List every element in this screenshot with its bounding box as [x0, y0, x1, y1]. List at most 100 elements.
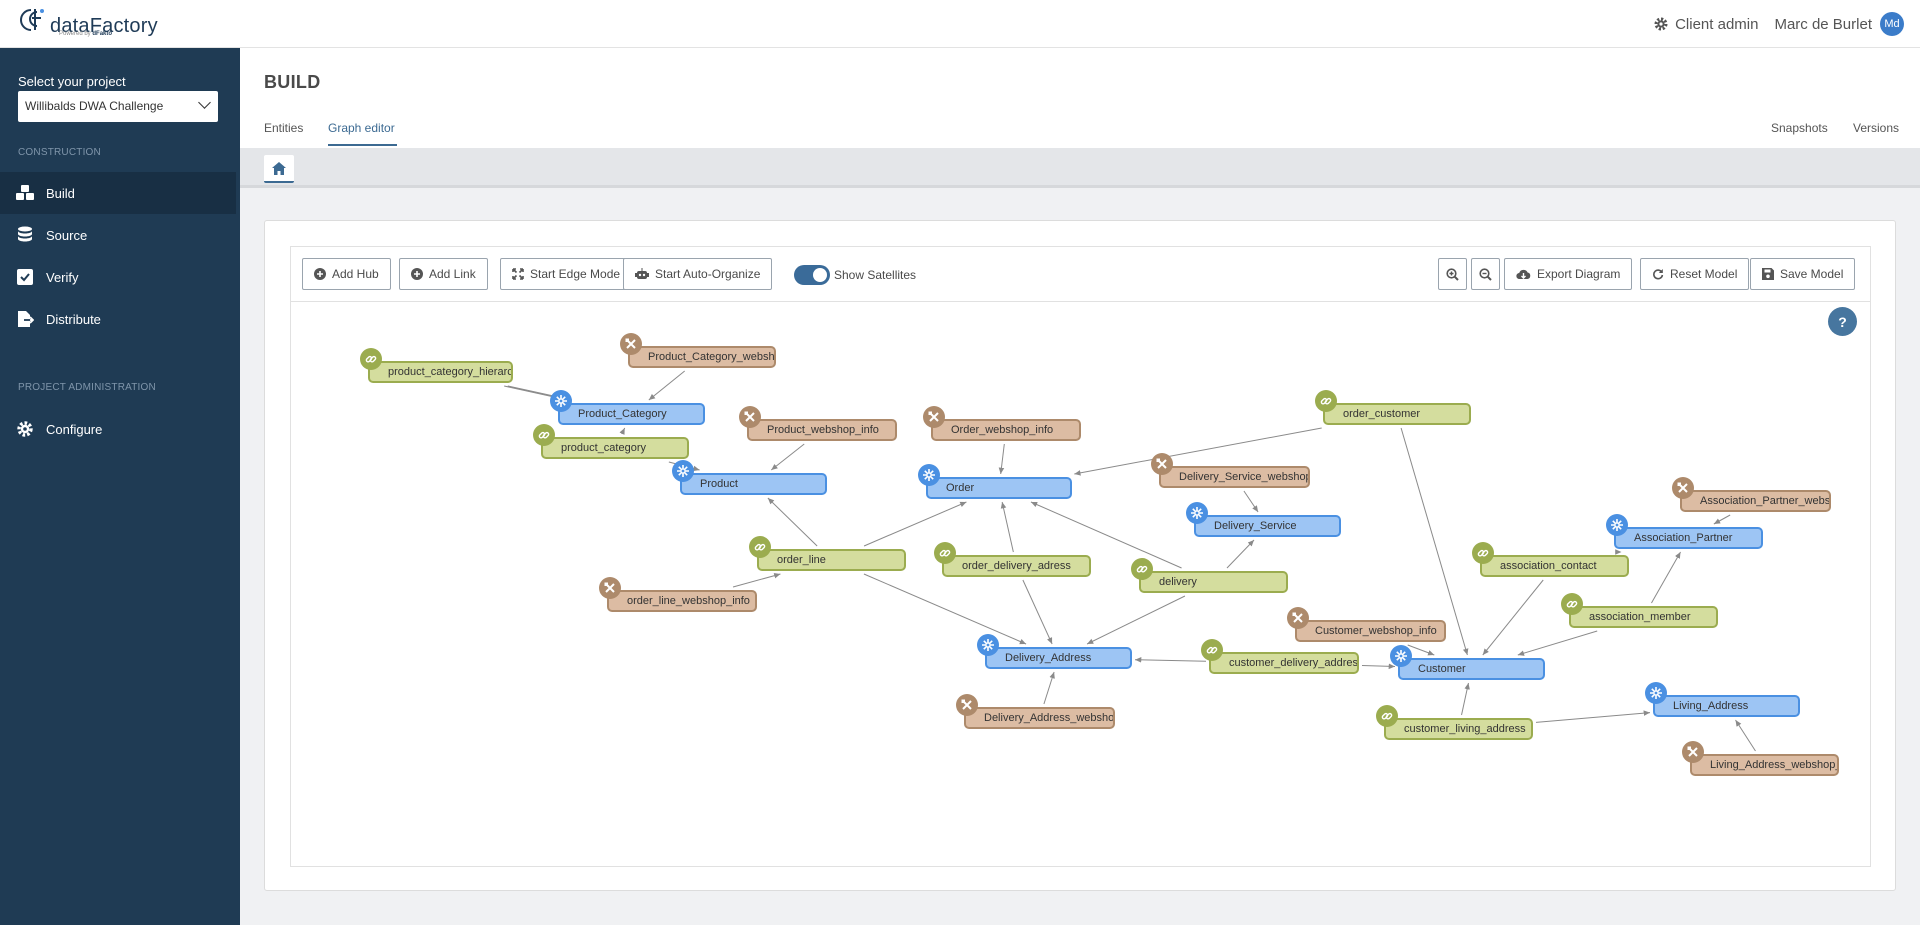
graph-node-hub[interactable]: Product_Category: [558, 403, 705, 425]
gear-icon[interactable]: [1652, 15, 1670, 33]
hub-icon: [918, 464, 940, 486]
graph-node-link[interactable]: association_contact: [1480, 555, 1629, 577]
add-hub-button[interactable]: Add Hub: [302, 258, 391, 290]
sidebar-item-label: Distribute: [46, 311, 101, 327]
graph-node-link[interactable]: delivery: [1139, 571, 1288, 593]
graph-edge[interactable]: [1243, 490, 1259, 513]
graph-node-hub[interactable]: Order: [926, 477, 1072, 499]
graph-edge[interactable]: [1022, 579, 1053, 645]
graph-edge[interactable]: [732, 572, 781, 588]
graph-edge[interactable]: [1086, 595, 1186, 645]
graph-node-label: Order: [946, 482, 975, 494]
tab-snapshots[interactable]: Snapshots: [1771, 121, 1828, 135]
graph-node-link[interactable]: product_category_hierarch: [368, 361, 513, 383]
graph-node-link[interactable]: association_member: [1569, 606, 1718, 628]
graph-edge[interactable]: [1651, 551, 1681, 604]
graph-node-label: customer_living_address: [1404, 723, 1526, 735]
graph-edge[interactable]: [1535, 710, 1651, 723]
save-model-button[interactable]: Save Model: [1750, 258, 1856, 290]
save-icon: [1762, 268, 1774, 280]
project-select[interactable]: Willibalds DWA Challenge: [18, 91, 218, 122]
start-auto-organize-button[interactable]: Start Auto-Organize: [623, 258, 773, 290]
export-diagram-button[interactable]: Export Diagram: [1504, 258, 1633, 290]
graph-node-sat[interactable]: Delivery_Service_webshop: [1159, 466, 1310, 488]
add-link-button[interactable]: Add Link: [399, 258, 488, 290]
link-icon: [1201, 639, 1223, 661]
graph-edge[interactable]: [1461, 682, 1470, 716]
sidebar-item-configure[interactable]: Configure: [0, 408, 236, 450]
graph-node-hub[interactable]: Customer: [1398, 658, 1545, 680]
graph-node-label: Delivery_Address: [1005, 652, 1092, 664]
graph-node-sat[interactable]: Product_Category_webshop: [628, 346, 776, 368]
graph-edge[interactable]: [1517, 630, 1598, 656]
sidebar: Select your project Willibalds DWA Chall…: [0, 48, 240, 925]
graph-edge[interactable]: [619, 427, 626, 435]
graph-node-hub[interactable]: Delivery_Address: [985, 647, 1132, 669]
reset-model-button[interactable]: Reset Model: [1640, 258, 1750, 290]
show-satellites-toggle[interactable]: Show Satellites: [794, 265, 916, 285]
graph-edge[interactable]: [998, 443, 1005, 475]
tab-graph-editor[interactable]: Graph editor: [328, 121, 395, 135]
graph-node-hub[interactable]: Association_Partner: [1614, 527, 1763, 549]
tab-entities[interactable]: Entities: [264, 121, 303, 135]
graph-node-link[interactable]: order_line: [757, 549, 906, 571]
sidebar-item-source[interactable]: Source: [0, 214, 236, 256]
project-select-label: Select your project: [18, 74, 126, 89]
home-icon: [272, 161, 286, 175]
graph-node-sat[interactable]: Product_webshop_info: [747, 419, 897, 441]
database-icon: [15, 225, 35, 245]
graph-node-link[interactable]: customer_living_address: [1384, 718, 1533, 740]
sidebar-item-distribute[interactable]: Distribute: [0, 298, 236, 340]
graph-node-sat[interactable]: Living_Address_webshop_i: [1690, 754, 1839, 776]
graph-edge[interactable]: [863, 501, 967, 547]
sidebar-item-verify[interactable]: Verify: [0, 256, 236, 298]
home-button[interactable]: [264, 155, 294, 183]
satellite-icon: [739, 406, 761, 428]
graph-node-sat[interactable]: order_line_webshop_info: [607, 590, 757, 612]
graph-node-link[interactable]: product_category: [541, 437, 689, 459]
tab-versions[interactable]: Versions: [1853, 121, 1899, 135]
zoom-out-button[interactable]: [1471, 258, 1500, 290]
graph-node-hub[interactable]: Product: [680, 473, 827, 495]
graph-edge[interactable]: [1713, 514, 1731, 525]
graph-edge[interactable]: [1361, 663, 1396, 670]
graph-edge[interactable]: [1000, 501, 1014, 553]
graph-node-link[interactable]: order_delivery_adress: [942, 555, 1091, 577]
graph-editor: Add Hub Add Link Start Edge Mode Start A…: [290, 246, 1871, 867]
graph-node-sat[interactable]: Order_webshop_info: [931, 419, 1081, 441]
client-admin-link[interactable]: Client admin: [1675, 16, 1758, 33]
user-name[interactable]: Marc de Burlet: [1774, 16, 1872, 33]
graph-node-sat[interactable]: Delivery_Address_webshop: [964, 707, 1115, 729]
toggle-switch[interactable]: [794, 265, 830, 285]
graph-edge[interactable]: [1735, 719, 1756, 752]
graph-edge[interactable]: [770, 443, 805, 471]
graph-node-label: Association_Partner: [1634, 532, 1733, 544]
graph-edge[interactable]: [1043, 671, 1055, 705]
graph-node-label: Product_Category: [578, 408, 667, 420]
graph-edge[interactable]: [767, 497, 818, 547]
graph-canvas[interactable]: ? product_category_hierarch Product_Categ…: [291, 303, 1870, 866]
graph-node-link[interactable]: customer_delivery_address: [1209, 652, 1359, 674]
graph-node-label: Customer_webshop_info: [1315, 625, 1437, 637]
graph-node-hub[interactable]: Delivery_Service: [1194, 515, 1341, 537]
graph-edge[interactable]: [1226, 539, 1255, 569]
graph-node-hub[interactable]: Living_Address: [1653, 695, 1800, 717]
zoom-in-button[interactable]: [1438, 258, 1467, 290]
top-right-menu: Client admin Marc de Burlet Md: [1652, 12, 1904, 36]
start-edge-mode-button[interactable]: Start Edge Mode: [500, 258, 633, 290]
graph-node-sat[interactable]: Association_Partner_websh: [1680, 490, 1831, 512]
graph-edge[interactable]: [1482, 579, 1544, 656]
graph-edge[interactable]: [1134, 657, 1207, 663]
cloud-download-icon: [1516, 268, 1531, 280]
graph-node-sat[interactable]: Customer_webshop_info: [1295, 620, 1446, 642]
avatar[interactable]: Md: [1880, 12, 1904, 36]
graph-node-link[interactable]: order_customer: [1323, 403, 1471, 425]
sidebar-item-build[interactable]: Build: [0, 172, 236, 214]
datafactory-logo[interactable]: dataFactory: [17, 6, 158, 44]
help-button[interactable]: ?: [1828, 307, 1857, 336]
gear-icon: [15, 419, 35, 439]
graph-edge[interactable]: [648, 370, 685, 401]
graph-edges: [504, 370, 1756, 752]
link-icon: [1315, 390, 1337, 412]
graph-edge[interactable]: [863, 573, 1027, 645]
